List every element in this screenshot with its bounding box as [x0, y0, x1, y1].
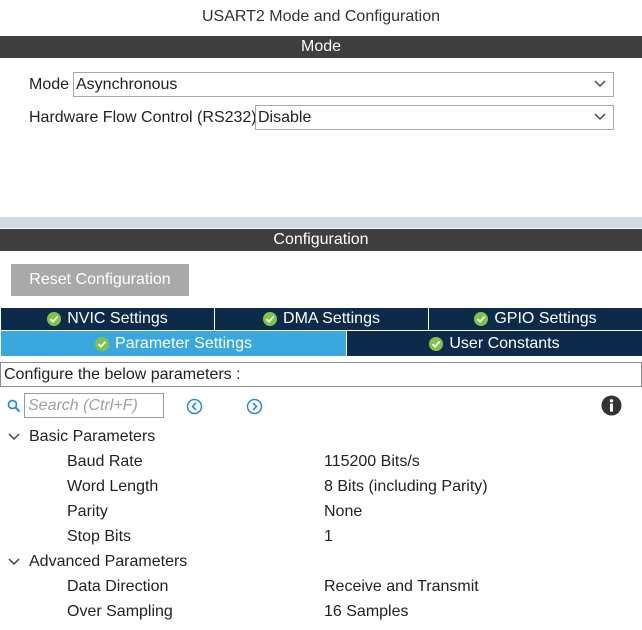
check-circle-icon	[95, 336, 110, 351]
tab-parameter-settings[interactable]: Parameter Settings	[1, 331, 346, 356]
param-name: Over Sampling	[67, 603, 173, 620]
check-circle-icon	[47, 312, 62, 326]
check-circle-icon	[474, 312, 489, 326]
mode-section-header: Mode	[0, 36, 642, 58]
param-name: Baud Rate	[67, 453, 143, 470]
tab-label: Parameter Settings	[115, 334, 252, 352]
flow-control-select[interactable]: Disable	[255, 105, 614, 130]
tab-label: NVIC Settings	[67, 310, 168, 327]
param-value[interactable]: 8 Bits (including Parity)	[324, 478, 488, 496]
configure-instructions: Configure the below parameters :	[0, 362, 642, 387]
tab-nvic-settings[interactable]: NVIC Settings	[1, 308, 214, 330]
window-title: USART2 Mode and Configuration	[201, 8, 441, 25]
param-name: Stop Bits	[67, 528, 132, 545]
tab-dma-settings[interactable]: DMA Settings	[215, 308, 428, 330]
param-value[interactable]: Receive and Transmit	[324, 578, 479, 596]
param-name: Parity	[67, 503, 108, 520]
mode-select-value: Asynchronous	[76, 76, 178, 93]
info-icon[interactable]	[601, 395, 622, 416]
chevron-down-icon[interactable]	[7, 555, 21, 569]
check-circle-icon	[429, 336, 444, 351]
group-basic-parameters[interactable]: Basic Parameters	[29, 428, 155, 446]
tab-user-constants[interactable]: User Constants	[347, 331, 642, 356]
param-value[interactable]: 16 Samples	[324, 603, 409, 621]
tab-label: GPIO Settings	[494, 310, 597, 327]
search-icon	[7, 399, 21, 413]
group-advanced-parameters[interactable]: Advanced Parameters	[29, 553, 187, 571]
flow-control-label: Hardware Flow Control (RS232)	[29, 109, 257, 126]
param-value[interactable]: None	[324, 503, 362, 521]
configuration-section-header: Configuration	[0, 229, 642, 251]
tab-label: DMA Settings	[283, 310, 380, 327]
param-value[interactable]: 1	[324, 528, 333, 546]
next-match-icon[interactable]	[246, 398, 263, 415]
section-divider[interactable]	[0, 217, 642, 228]
search-input[interactable]	[24, 393, 164, 418]
chevron-down-icon[interactable]	[7, 430, 21, 444]
param-name: Data Direction	[67, 578, 169, 595]
mode-label: Mode	[29, 76, 70, 93]
tab-gpio-settings[interactable]: GPIO Settings	[429, 308, 642, 330]
mode-select[interactable]: Asynchronous	[73, 72, 614, 97]
check-circle-icon	[263, 312, 278, 326]
tab-label: User Constants	[449, 334, 560, 352]
reset-configuration-button[interactable]: Reset Configuration	[11, 264, 189, 296]
chevron-down-icon	[594, 113, 606, 121]
param-value[interactable]: 115200 Bits/s	[324, 453, 420, 471]
param-name: Word Length	[67, 478, 159, 495]
previous-match-icon[interactable]	[186, 398, 203, 415]
flow-control-select-value: Disable	[258, 109, 312, 126]
chevron-down-icon	[594, 80, 606, 88]
